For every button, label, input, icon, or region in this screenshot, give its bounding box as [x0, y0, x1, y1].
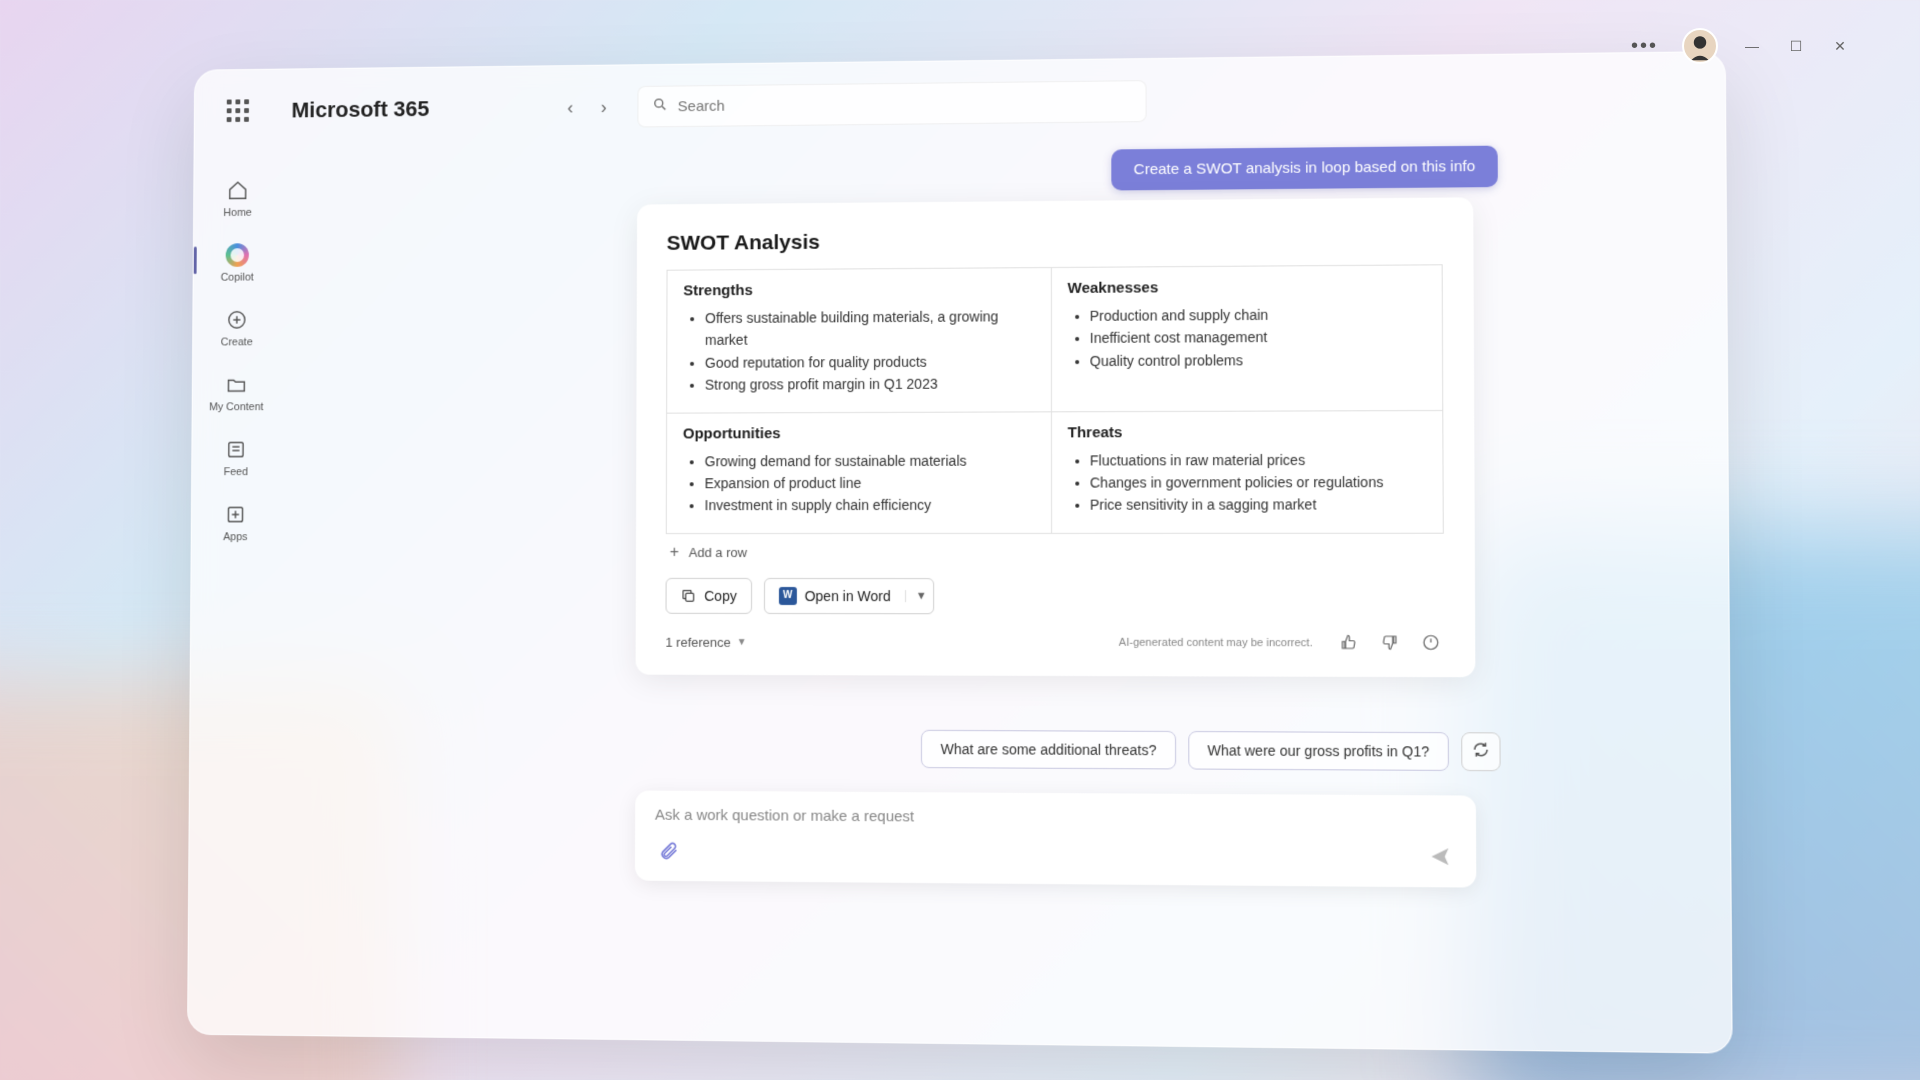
- references-label: 1 reference: [665, 635, 730, 650]
- open-in-word-label: Open in Word: [805, 588, 891, 604]
- open-in-word-button[interactable]: W Open in Word ▼: [764, 578, 934, 614]
- suggestion-chip[interactable]: What are some additional threats?: [921, 730, 1175, 770]
- list-item: Offers sustainable building materials, a…: [705, 305, 1034, 351]
- search-box[interactable]: [637, 80, 1146, 127]
- swot-cell-title: Opportunities: [683, 424, 1034, 442]
- thumbs-up-button[interactable]: [1335, 629, 1362, 659]
- folder-icon: [224, 372, 249, 398]
- swot-list: Fluctuations in raw material prices Chan…: [1068, 448, 1427, 516]
- swot-cell-title: Strengths: [683, 280, 1034, 299]
- sidebar-item-label: Create: [221, 336, 253, 348]
- suggestion-row: What are some additional threats? What w…: [921, 730, 1500, 771]
- app-header: Microsoft 365 ‹ ›: [291, 71, 1683, 134]
- sidebar-item-home[interactable]: Home: [204, 170, 272, 227]
- card-title: SWOT Analysis: [667, 226, 1443, 256]
- suggestion-chip[interactable]: What were our gross profits in Q1?: [1188, 731, 1449, 771]
- refresh-icon: [1472, 741, 1491, 763]
- list-item: Investment in supply chain efficiency: [704, 494, 1034, 517]
- back-button[interactable]: ‹: [557, 94, 585, 122]
- chat-input-bar: [635, 790, 1476, 887]
- card-actions: Copy W Open in Word ▼: [666, 578, 1445, 615]
- chat-input[interactable]: [655, 806, 1455, 829]
- app-launcher-icon[interactable]: [227, 99, 250, 123]
- word-icon: W: [779, 587, 797, 605]
- copy-icon: [680, 588, 696, 604]
- copilot-icon: [225, 242, 250, 268]
- add-row-button[interactable]: + Add a row: [666, 533, 1444, 568]
- swot-cell-weaknesses[interactable]: Weaknesses Production and supply chain I…: [1051, 265, 1443, 412]
- sidebar: Home Copilot Create My Content Feed Apps: [188, 70, 282, 1035]
- chevron-down-icon[interactable]: ▼: [905, 590, 927, 602]
- swot-list: Production and supply chain Inefficient …: [1068, 303, 1426, 373]
- sidebar-item-label: My Content: [209, 401, 264, 413]
- chat-area: Create a SWOT analysis in loop based on …: [305, 144, 1668, 1021]
- thumbs-down-button[interactable]: [1376, 629, 1403, 659]
- swot-cell-title: Weaknesses: [1068, 278, 1426, 297]
- report-button[interactable]: [1417, 629, 1444, 659]
- swot-cell-strengths[interactable]: Strengths Offers sustainable building ma…: [667, 268, 1051, 413]
- attach-button[interactable]: [655, 836, 683, 867]
- search-icon: [652, 96, 668, 117]
- minimize-button[interactable]: —: [1742, 36, 1762, 56]
- list-item: Good reputation for quality products: [705, 350, 1034, 374]
- swot-list: Growing demand for sustainable materials…: [683, 449, 1035, 517]
- list-item: Fluctuations in raw material prices: [1090, 448, 1426, 471]
- plus-icon: +: [670, 544, 679, 562]
- window-controls: ••• — ☐ ✕: [1631, 28, 1850, 64]
- list-item: Growing demand for sustainable materials: [705, 449, 1035, 472]
- paperclip-icon: [659, 848, 679, 863]
- list-item: Strong gross profit margin in Q1 2023: [705, 372, 1034, 396]
- app-window: Home Copilot Create My Content Feed Apps…: [187, 51, 1733, 1054]
- response-card: SWOT Analysis Strengths Offers sustainab…: [636, 197, 1476, 677]
- list-item: Inefficient cost management: [1090, 325, 1426, 349]
- refresh-suggestions-button[interactable]: [1461, 732, 1500, 771]
- close-button[interactable]: ✕: [1830, 36, 1850, 56]
- sidebar-item-feed[interactable]: Feed: [202, 429, 270, 486]
- sidebar-item-apps[interactable]: Apps: [201, 494, 269, 551]
- swot-cell-title: Threats: [1068, 423, 1426, 441]
- swot-cell-threats[interactable]: Threats Fluctuations in raw material pri…: [1051, 410, 1443, 533]
- sidebar-item-label: Copilot: [221, 272, 254, 284]
- nav-arrows: ‹ ›: [557, 93, 618, 121]
- list-item: Production and supply chain: [1090, 303, 1426, 327]
- more-menu-icon[interactable]: •••: [1631, 35, 1658, 58]
- list-item: Quality control problems: [1090, 348, 1426, 372]
- list-item: Changes in government policies or regula…: [1090, 471, 1426, 494]
- sidebar-item-create[interactable]: Create: [203, 299, 271, 356]
- ai-disclaimer: AI-generated content may be incorrect.: [1119, 637, 1313, 650]
- app-title: Microsoft 365: [291, 96, 429, 123]
- sidebar-item-label: Home: [223, 207, 251, 219]
- list-item: Expansion of product line: [705, 472, 1035, 495]
- send-icon: [1429, 855, 1452, 871]
- sidebar-item-label: Feed: [224, 466, 248, 478]
- card-footer: 1 reference ▼ AI-generated content may b…: [665, 628, 1444, 659]
- copy-label: Copy: [704, 588, 737, 604]
- list-item: Price sensitivity in a sagging market: [1090, 494, 1426, 517]
- plus-circle-icon: [224, 307, 249, 333]
- user-avatar[interactable]: [1682, 28, 1718, 64]
- swot-table: Strengths Offers sustainable building ma…: [666, 264, 1444, 534]
- sidebar-item-label: Apps: [223, 531, 247, 543]
- feed-icon: [223, 437, 248, 463]
- copy-button[interactable]: Copy: [666, 578, 752, 614]
- swot-cell-opportunities[interactable]: Opportunities Growing demand for sustain…: [666, 411, 1051, 533]
- references-toggle[interactable]: 1 reference ▼: [665, 635, 746, 650]
- maximize-button[interactable]: ☐: [1786, 36, 1806, 56]
- forward-button[interactable]: ›: [590, 93, 618, 121]
- apps-icon: [223, 502, 248, 528]
- swot-list: Offers sustainable building materials, a…: [683, 305, 1034, 396]
- sidebar-item-copilot[interactable]: Copilot: [203, 234, 271, 291]
- send-button[interactable]: [1424, 841, 1455, 875]
- chevron-down-icon: ▼: [737, 637, 747, 648]
- add-row-label: Add a row: [689, 545, 747, 560]
- search-input[interactable]: [678, 93, 1132, 115]
- sidebar-item-mycontent[interactable]: My Content: [202, 364, 270, 421]
- home-icon: [225, 178, 250, 204]
- user-message: Create a SWOT analysis in loop based on …: [1111, 146, 1497, 191]
- input-controls: [655, 835, 1456, 874]
- feedback-controls: AI-generated content may be incorrect.: [1119, 628, 1445, 658]
